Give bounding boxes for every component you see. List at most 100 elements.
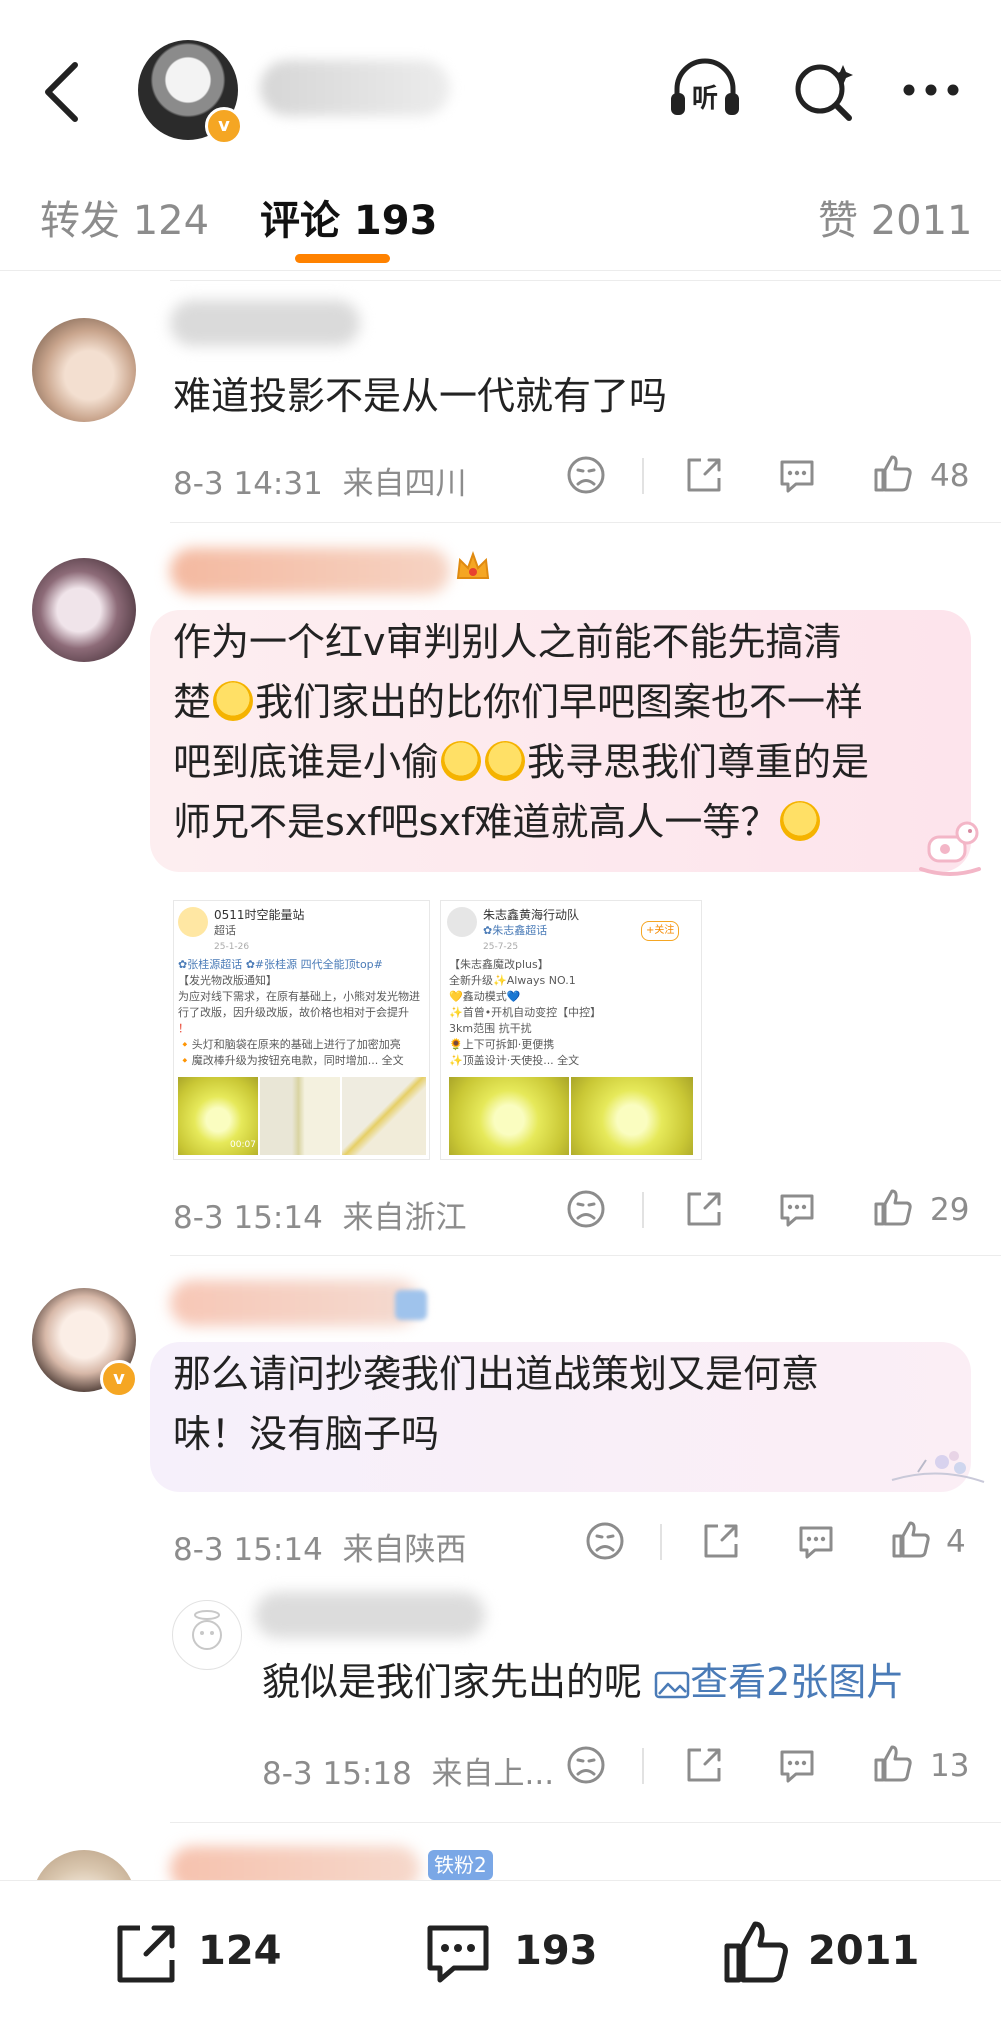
reply-location: 来自上... [431,1756,555,1792]
image-post-title: 0511时空能量站 [214,908,305,922]
image-post-line: 3km范围 抗干扰 [449,1022,532,1035]
cry-emoji-icon [213,681,254,721]
comment-icon[interactable] [424,1922,494,1986]
image-post-body: 【发光物改版通知】 为应对线下需求，在原有基础上，小熊对发光物进 行了改版，因升… [178,973,426,1069]
reply-name-blurred[interactable] [255,1592,485,1638]
image-post-line: 【发光物改版通知】 [178,974,277,987]
comment-line: 师兄不是sxf吧sxf难道就高人一等？ [173,800,779,844]
glow-stick-photo [571,1077,693,1155]
like-icon[interactable] [872,1742,914,1784]
comment-meta: 8-3 15:14 来自陕西 [173,1524,467,1569]
commenter-avatar[interactable] [32,558,136,662]
divider [170,280,1001,281]
author-name-blurred[interactable] [260,60,450,116]
view-images-link[interactable]: 查看2张图片 [654,1660,904,1704]
action-separator [642,1748,644,1784]
back-icon[interactable] [30,55,90,125]
dislike-icon[interactable] [565,1188,607,1230]
repost-count[interactable]: 124 [198,1928,282,1974]
image-post-date: 25-1-26 [214,942,250,952]
glow-stick-photo [260,1077,340,1155]
image-post-line: 行了改版，因升级改版，故价格也相对于会提升 [178,1006,409,1019]
laugh-cry-emoji-icon [441,741,482,781]
image-post-line: ✨顶盖设计·天使投... 全文 [449,1054,580,1067]
comment-image-1[interactable]: 0511时空能量站 超话 25-1-26 ✿张桂源超话 ✿#张桂源 四代全能顶t… [173,900,430,1160]
image-post-line: ✨首曾•开机自动变控【中控】 [449,1006,602,1019]
reply-time: 8-3 15:18 [262,1756,412,1792]
view-images-label: 查看2张图片 [690,1660,905,1704]
comment-line: 楚 [173,680,212,724]
listen-icon[interactable]: 听 [665,55,745,125]
comment-location: 来自四川 [342,466,467,502]
poster-avatar [178,907,208,937]
comment-text: 难道投影不是从一代就有了吗 [173,374,668,418]
image-post-title: 朱志鑫黄海行动队 [483,908,580,922]
image-post-subtitle: ✿朱志鑫超话 [483,924,548,937]
comment-line: 我们家出的比你们早吧图案也不一样 [255,680,864,724]
fan-level-badge: 铁粉2 [428,1850,493,1880]
image-post-body: 【朱志鑫魔改plus】 全新升级✨Always NO.1 💛鑫动模式💙 ✨首曾•… [449,957,694,1069]
more-icon[interactable] [895,55,975,125]
reply-icon[interactable] [795,1520,837,1562]
dislike-icon[interactable] [584,1520,626,1562]
image-post-line: 【朱志鑫魔改plus】 [449,958,549,971]
like-icon[interactable] [722,1918,792,1986]
divider [170,522,1001,523]
image-post-line: 全新升级✨Always NO.1 [449,974,576,987]
share-icon[interactable] [683,454,725,496]
comment-image-2[interactable]: 朱志鑫黄海行动队 ✿朱志鑫超话 25-7-25 +关注 【朱志鑫魔改plus】 … [440,900,702,1160]
image-icon [654,1671,690,1699]
poster-avatar [447,907,477,937]
dislike-icon[interactable] [565,454,607,496]
image-post-line: 💛鑫动模式💙 [449,990,521,1003]
glow-stick-photo [342,1077,426,1155]
like-icon[interactable] [872,1186,914,1228]
comment-location: 来自陕西 [342,1532,467,1568]
tab-comments[interactable]: 评论 193 [260,188,437,246]
image-post-line: 🔸魔改棒升级为按钮充电款，同时增加... 全文 [178,1054,404,1067]
repost-icon[interactable] [112,1922,182,1986]
like-icon[interactable] [890,1518,932,1560]
dislike-icon[interactable] [565,1744,607,1786]
comment-count[interactable]: 193 [514,1928,598,1974]
comment-line: 我寻思我们尊重的是 [527,740,870,784]
commenter-avatar[interactable] [32,318,136,422]
comment-line: 吧到底谁是小偷 [173,740,440,784]
action-separator [642,1192,644,1228]
like-icon[interactable] [872,452,914,494]
tab-reposts[interactable]: 转发 124 [40,188,209,246]
image-post-line: 🔸头灯和脑袋在原来的基础上进行了加密加亮 [178,1038,401,1051]
like-count-total[interactable]: 2011 [808,1928,919,1974]
video-duration: 00:07 [230,1140,256,1150]
image-post-line: ！ [178,1022,189,1035]
verified-badge-icon: v [100,1360,138,1398]
laugh-cry-emoji-icon [485,741,526,781]
tab-likes[interactable]: 赞 2011 [818,188,973,246]
comment-line: 作为一个红v审判别人之前能不能先搞清 [173,620,842,664]
search-icon[interactable] [785,55,865,125]
comment-text: 那么请问抄袭我们出道战策划又是何意 味！没有脑子吗 [173,1344,963,1464]
share-icon[interactable] [683,1188,725,1230]
image-post-tags: ✿张桂源超话 ✿#张桂源 四代全能顶top# [178,958,383,971]
commenter-name-blurred[interactable] [170,548,450,594]
reply-icon[interactable] [776,1744,818,1786]
reply-avatar[interactable] [172,1600,242,1670]
reply-icon[interactable] [776,454,818,496]
image-post-line: 为应对线下需求，在原有基础上，小熊对发光物进 [178,990,420,1003]
commenter-name-blurred[interactable] [170,300,360,346]
comment-text: 作为一个红v审判别人之前能不能先搞清 楚我们家出的比你们早吧图案也不一样 吧到底… [173,612,963,852]
image-post-subtitle: 超话 [214,924,236,937]
image-post-date: 25-7-25 [483,942,519,952]
follow-button: +关注 [641,921,680,941]
comment-time: 8-3 15:14 [173,1200,323,1236]
like-count: 48 [930,458,970,494]
divider [170,1822,1001,1823]
comment-meta: 8-3 14:31 来自四川 [173,458,467,503]
verified-badge-icon: v [205,107,243,145]
reply-icon[interactable] [776,1188,818,1230]
share-icon[interactable] [700,1520,742,1562]
comment-location: 来自浙江 [342,1200,467,1236]
share-icon[interactable] [683,1744,725,1786]
comment-time: 8-3 14:31 [173,466,323,502]
commenter-name-blurred[interactable] [170,1280,420,1326]
